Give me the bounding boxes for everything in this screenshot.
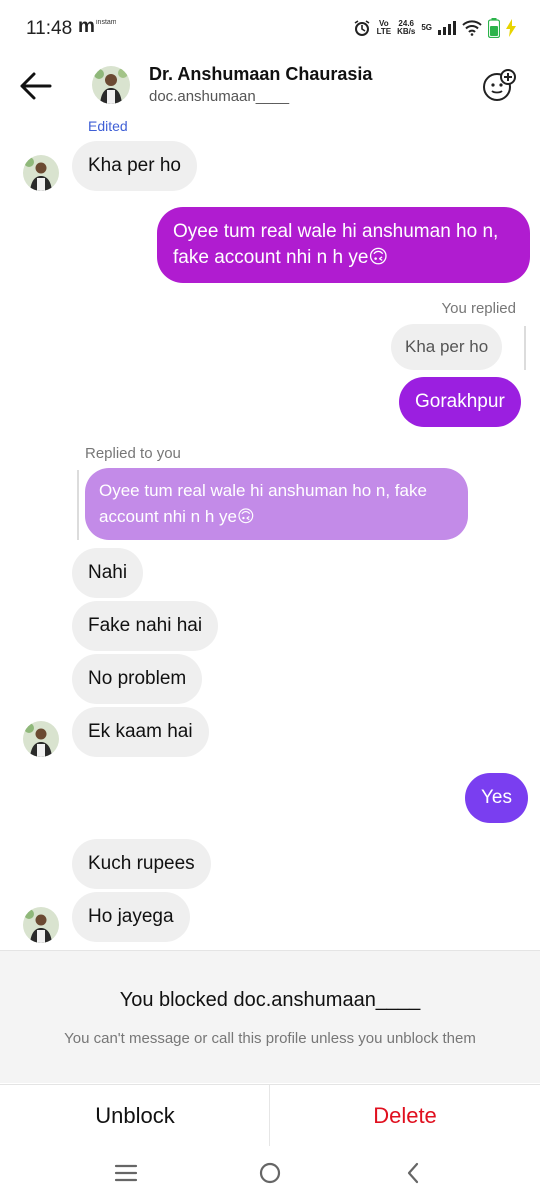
carrier-icon: m: [78, 16, 95, 37]
delete-button[interactable]: Delete: [270, 1085, 540, 1147]
sender-avatar[interactable]: [23, 907, 59, 943]
status-time: 11:48: [26, 18, 73, 39]
message-incoming[interactable]: Nahi: [72, 548, 144, 598]
system-nav-bar: [0, 1146, 540, 1200]
message-incoming[interactable]: No problem: [72, 654, 203, 704]
back-nav-button[interactable]: [396, 1158, 432, 1188]
back-nav-icon: [407, 1162, 419, 1184]
message-outgoing[interactable]: Gorakhpur: [399, 377, 521, 427]
message-incoming[interactable]: Kha per ho: [72, 141, 197, 191]
message-outgoing[interactable]: Yes: [465, 773, 528, 823]
blocked-panel: You blocked doc.anshumaan____ You can't …: [0, 950, 540, 1083]
menu-button[interactable]: [108, 1158, 144, 1188]
network-label: 5G: [421, 23, 432, 32]
chat-header: Dr. Anshumaan Chaurasia doc.anshumaan___…: [0, 58, 540, 118]
replied-to-you-label: Replied to you: [85, 445, 181, 462]
quoted-message[interactable]: Kha per ho: [391, 324, 503, 370]
message-incoming[interactable]: Ho jayega: [72, 892, 190, 942]
home-button[interactable]: [252, 1158, 288, 1188]
battery-icon: [488, 18, 500, 38]
quoted-message[interactable]: Oyee tum real wale hi anshuman ho n, fak…: [85, 468, 468, 540]
signal-icon: [438, 21, 456, 35]
back-button[interactable]: [16, 68, 56, 104]
status-bar: 11:48 m instamart Vo LTE 24.6 KB/s 5G: [0, 0, 540, 58]
wifi-icon: [462, 20, 482, 36]
menu-icon: [114, 1164, 138, 1182]
back-arrow-icon: [20, 72, 52, 100]
instamart-icon: instamart: [96, 19, 116, 26]
unblock-button[interactable]: Unblock: [0, 1085, 270, 1147]
message-incoming[interactable]: Kuch rupees: [72, 839, 211, 889]
blocked-subtitle: You can't message or call this profile u…: [64, 1030, 476, 1047]
sender-avatar[interactable]: [23, 721, 59, 757]
sender-avatar[interactable]: [23, 155, 59, 191]
add-people-icon: [483, 69, 516, 101]
volte-label: Vo LTE: [376, 19, 392, 36]
edited-label: Edited: [88, 118, 128, 134]
avatar[interactable]: [92, 66, 130, 104]
home-icon: [259, 1162, 281, 1184]
message-outgoing[interactable]: Oyee tum real wale hi anshuman ho n, fak…: [157, 207, 530, 283]
speed-label: 24.6 KB/s: [397, 19, 416, 36]
charging-icon: [506, 19, 516, 37]
reply-indicator: [524, 326, 526, 370]
message-incoming[interactable]: Fake nahi hai: [72, 601, 219, 651]
message-incoming[interactable]: Ek kaam hai: [72, 707, 209, 757]
blocked-title: You blocked doc.anshumaan____: [119, 989, 421, 1011]
contact-username[interactable]: doc.anshumaan____: [149, 88, 289, 105]
add-people-button[interactable]: [482, 68, 518, 104]
reply-indicator: [77, 470, 79, 540]
status-icons: Vo LTE 24.6 KB/s 5G: [353, 18, 516, 38]
contact-name[interactable]: Dr. Anshumaan Chaurasia: [149, 64, 372, 85]
action-row: Unblock Delete: [0, 1084, 540, 1147]
you-replied-label: You replied: [441, 300, 516, 317]
alarm-icon: [354, 20, 370, 36]
